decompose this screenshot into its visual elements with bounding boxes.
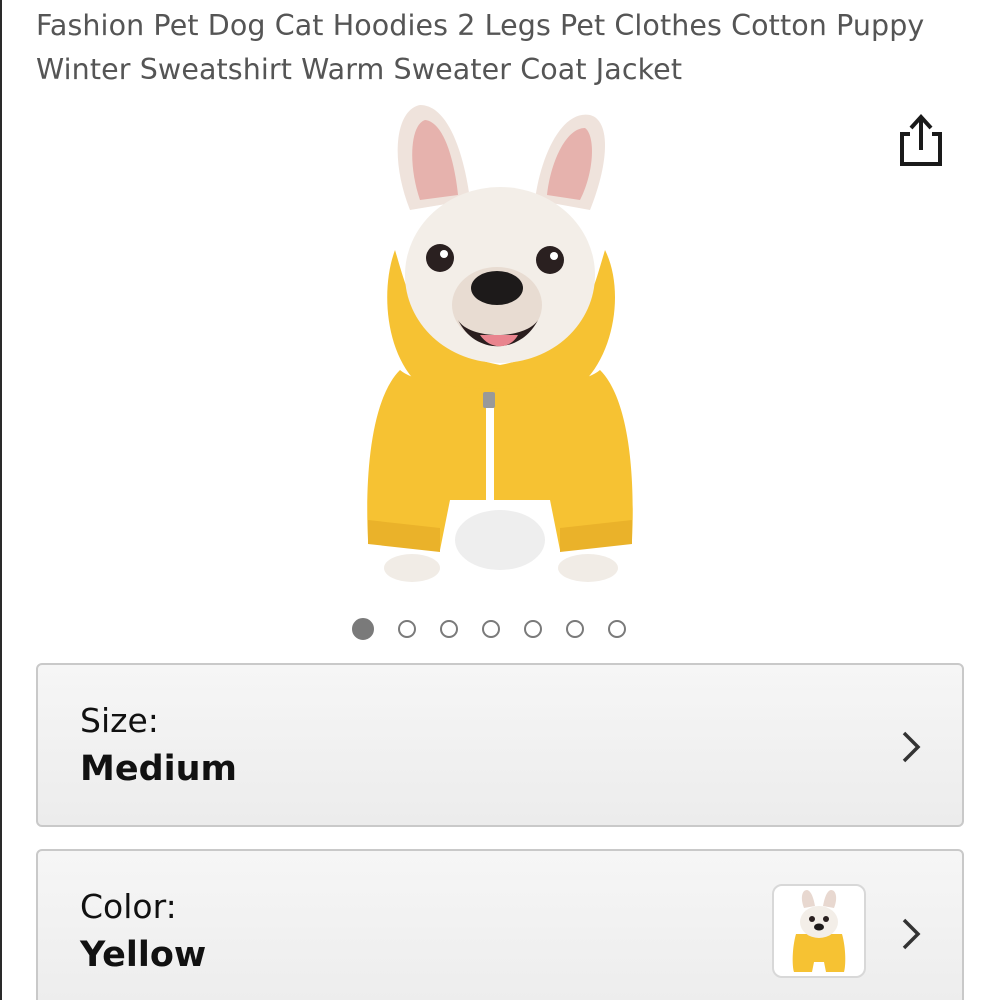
share-icon: [900, 114, 942, 166]
color-label: Color:: [80, 887, 177, 926]
screen-edge: [0, 0, 2, 1000]
product-image[interactable]: [340, 100, 660, 590]
size-label: Size:: [80, 701, 159, 740]
carousel-dot-4[interactable]: [482, 620, 500, 638]
carousel-dot-3[interactable]: [440, 620, 458, 638]
size-selector[interactable]: Size: Medium: [36, 663, 964, 827]
carousel-dot-6[interactable]: [566, 620, 584, 638]
size-value: Medium: [80, 749, 238, 789]
product-title: Fashion Pet Dog Cat Hoodies 2 Legs Pet C…: [36, 9, 925, 86]
color-selector[interactable]: Color: Yellow: [36, 849, 964, 1000]
carousel-dot-7[interactable]: [608, 620, 626, 638]
chevron-right-icon: [902, 731, 921, 763]
image-carousel-dots: [352, 618, 626, 642]
dog-in-yellow-hoodie-image: [367, 105, 633, 582]
color-swatch-thumbnail[interactable]: [772, 884, 866, 978]
color-value: Yellow: [80, 935, 207, 975]
chevron-right-icon: [902, 918, 921, 950]
share-button[interactable]: [896, 112, 946, 170]
carousel-dot-5[interactable]: [524, 620, 542, 638]
yellow-hoodie-swatch: [792, 890, 846, 972]
carousel-dot-2[interactable]: [398, 620, 416, 638]
carousel-dot-1[interactable]: [352, 618, 374, 640]
